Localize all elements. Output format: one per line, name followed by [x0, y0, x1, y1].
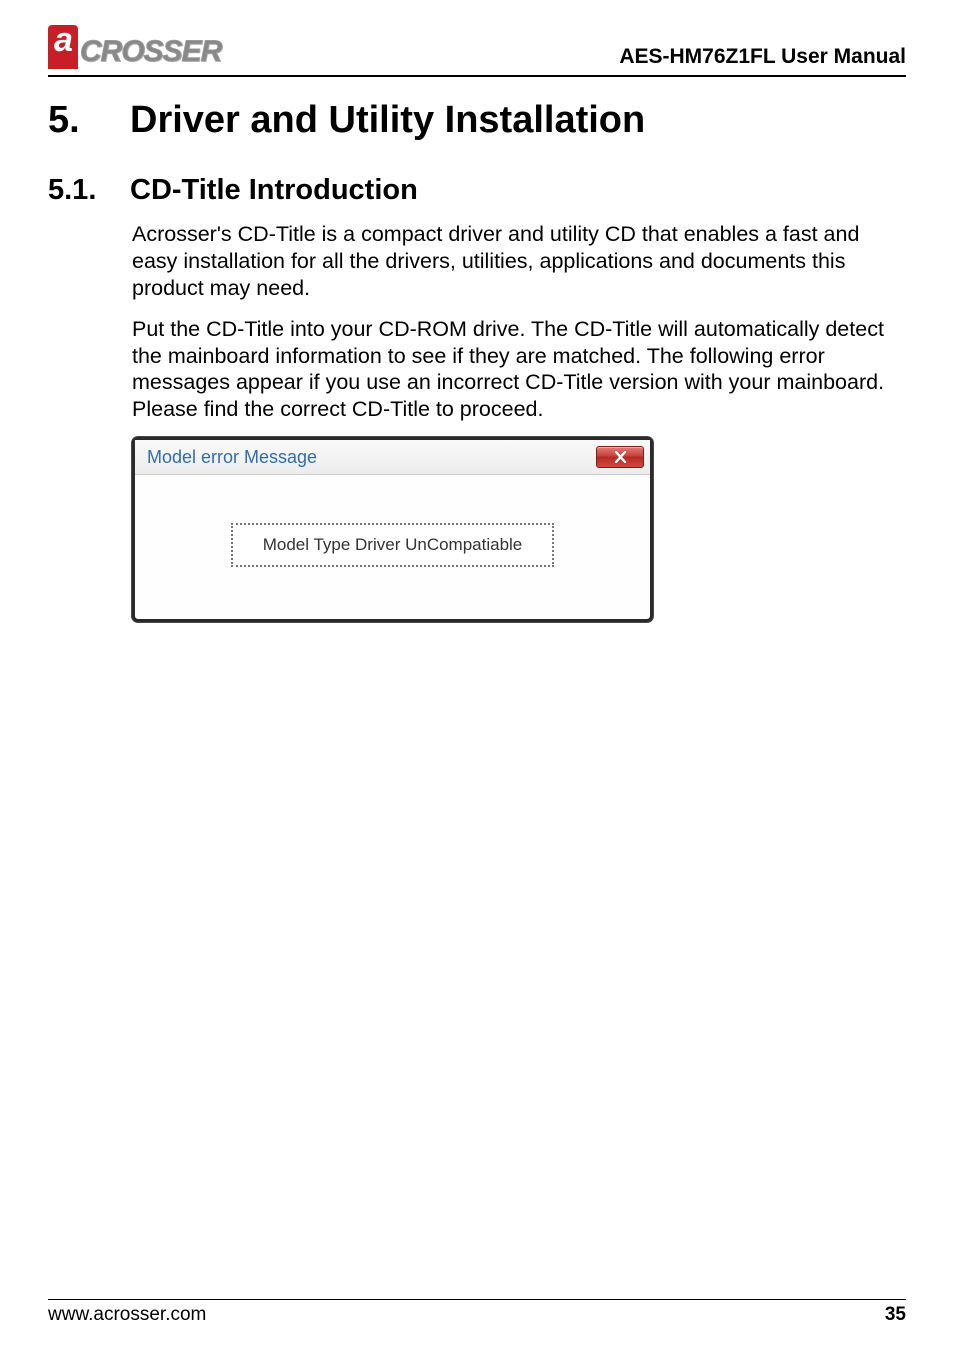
logo-text: CROSSER	[80, 35, 221, 68]
footer-url: www.acrosser.com	[48, 1304, 206, 1326]
error-dialog-screenshot: Model error Message Model Type Driver Un…	[132, 437, 653, 622]
page-header: CROSSER AES-HM76Z1FL User Manual	[48, 25, 906, 77]
section-title-text: CD-Title Introduction	[130, 174, 418, 206]
paragraph-1: Acrosser's CD-Title is a compact driver …	[132, 221, 906, 302]
chapter-number: 5.	[48, 99, 130, 142]
dialog-body: Model Type Driver UnCompatiable	[135, 475, 650, 619]
paragraph-2: Put the CD-Title into your CD-ROM drive.…	[132, 316, 906, 424]
dialog-title: Model error Message	[147, 447, 317, 468]
section-number: 5.1.	[48, 174, 130, 207]
page-footer: www.acrosser.com 35	[48, 1299, 906, 1326]
close-button[interactable]	[596, 446, 644, 468]
section-heading: 5.1.CD-Title Introduction	[48, 174, 906, 207]
company-logo: CROSSER	[48, 25, 228, 73]
section-content: Acrosser's CD-Title is a compact driver …	[48, 221, 906, 622]
dialog-titlebar: Model error Message	[135, 440, 650, 475]
dialog-window: Model error Message Model Type Driver Un…	[132, 437, 653, 622]
logo-mark-icon	[48, 25, 78, 69]
footer-page-number: 35	[885, 1304, 906, 1326]
chapter-title-text: Driver and Utility Installation	[130, 99, 645, 141]
document-title: AES-HM76Z1FL User Manual	[619, 45, 906, 73]
close-icon	[614, 451, 627, 463]
chapter-heading: 5.Driver and Utility Installation	[48, 99, 906, 142]
dialog-message: Model Type Driver UnCompatiable	[231, 523, 555, 567]
